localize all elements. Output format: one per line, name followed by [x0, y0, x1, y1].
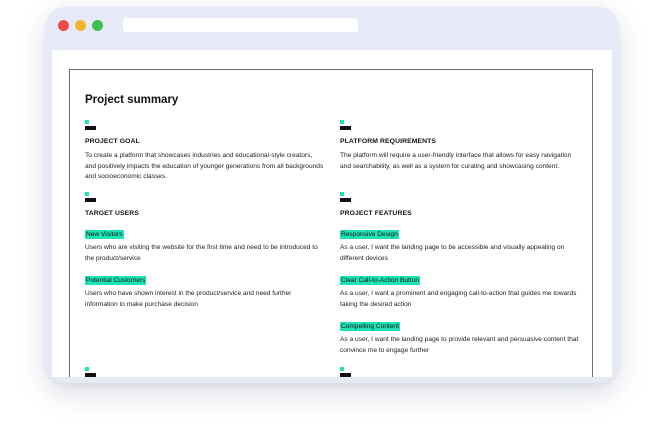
title-bar	[46, 7, 618, 44]
section-marker-icon	[340, 120, 352, 130]
user-description: Users who have shown interest in the pro…	[85, 290, 292, 308]
maximize-window-button[interactable]	[92, 20, 103, 31]
list-item: New Visitors Users who are visiting the …	[85, 223, 325, 264]
section-marker-icon	[85, 192, 97, 202]
project-features-heading: PROJECT FEATURES	[340, 210, 412, 217]
feature-description: As a user, I want a prominent and engagi…	[340, 290, 577, 308]
list-item: Clear Call-to-Action Button As a user, I…	[340, 269, 580, 310]
browser-window: Project summary PROJECT GOAL To create a…	[46, 7, 618, 383]
platform-requirements-text: The platform will require a user-friendl…	[340, 152, 572, 170]
address-bar[interactable]	[123, 18, 358, 32]
user-tag-new-visitors: New Visitors	[85, 230, 124, 239]
left-column: PROJECT GOAL To create a platform that s…	[85, 120, 325, 308]
close-window-button[interactable]	[58, 20, 69, 31]
list-item: Responsive Design As a user, I want the …	[340, 223, 580, 264]
user-description: Users who are visiting the website for t…	[85, 244, 318, 262]
feature-tag-compelling-content: Compelling Content	[340, 322, 400, 331]
target-users-heading: TARGET USERS	[85, 210, 139, 217]
target-users-section: TARGET USERS New Visitors Users who are …	[85, 192, 325, 308]
project-goal-section: PROJECT GOAL To create a platform that s…	[85, 120, 325, 192]
page-title: Project summary	[85, 94, 179, 106]
user-tag-potential-customers: Potential Customers	[85, 276, 147, 285]
project-summary-document: Project summary PROJECT GOAL To create a…	[69, 69, 593, 377]
section-marker-icon	[85, 120, 97, 130]
feature-tag-responsive-design: Responsive Design	[340, 230, 399, 239]
minimize-window-button[interactable]	[75, 20, 86, 31]
page-viewport[interactable]: Project summary PROJECT GOAL To create a…	[52, 50, 612, 377]
platform-requirements-section: PLATFORM REQUIREMENTS The platform will …	[340, 120, 580, 192]
project-features-section: PROJECT FEATURES Responsive Design As a …	[340, 192, 580, 354]
list-item: Compelling Content As a user, I want the…	[340, 315, 580, 356]
feature-tag-cta-button: Clear Call-to-Action Button	[340, 276, 421, 285]
section-marker-icon	[340, 367, 352, 377]
section-marker-icon	[85, 367, 97, 377]
section-marker-icon	[340, 192, 352, 202]
platform-requirements-heading: PLATFORM REQUIREMENTS	[340, 138, 436, 145]
project-goal-heading: PROJECT GOAL	[85, 138, 140, 145]
feature-description: As a user, I want the landing page to be…	[340, 244, 565, 262]
list-item: Potential Customers Users who have shown…	[85, 269, 325, 310]
project-goal-text: To create a platform that showcases indu…	[85, 152, 324, 180]
right-column: PLATFORM REQUIREMENTS The platform will …	[340, 120, 580, 354]
feature-description: As a user, I want the landing page to pr…	[340, 336, 579, 354]
